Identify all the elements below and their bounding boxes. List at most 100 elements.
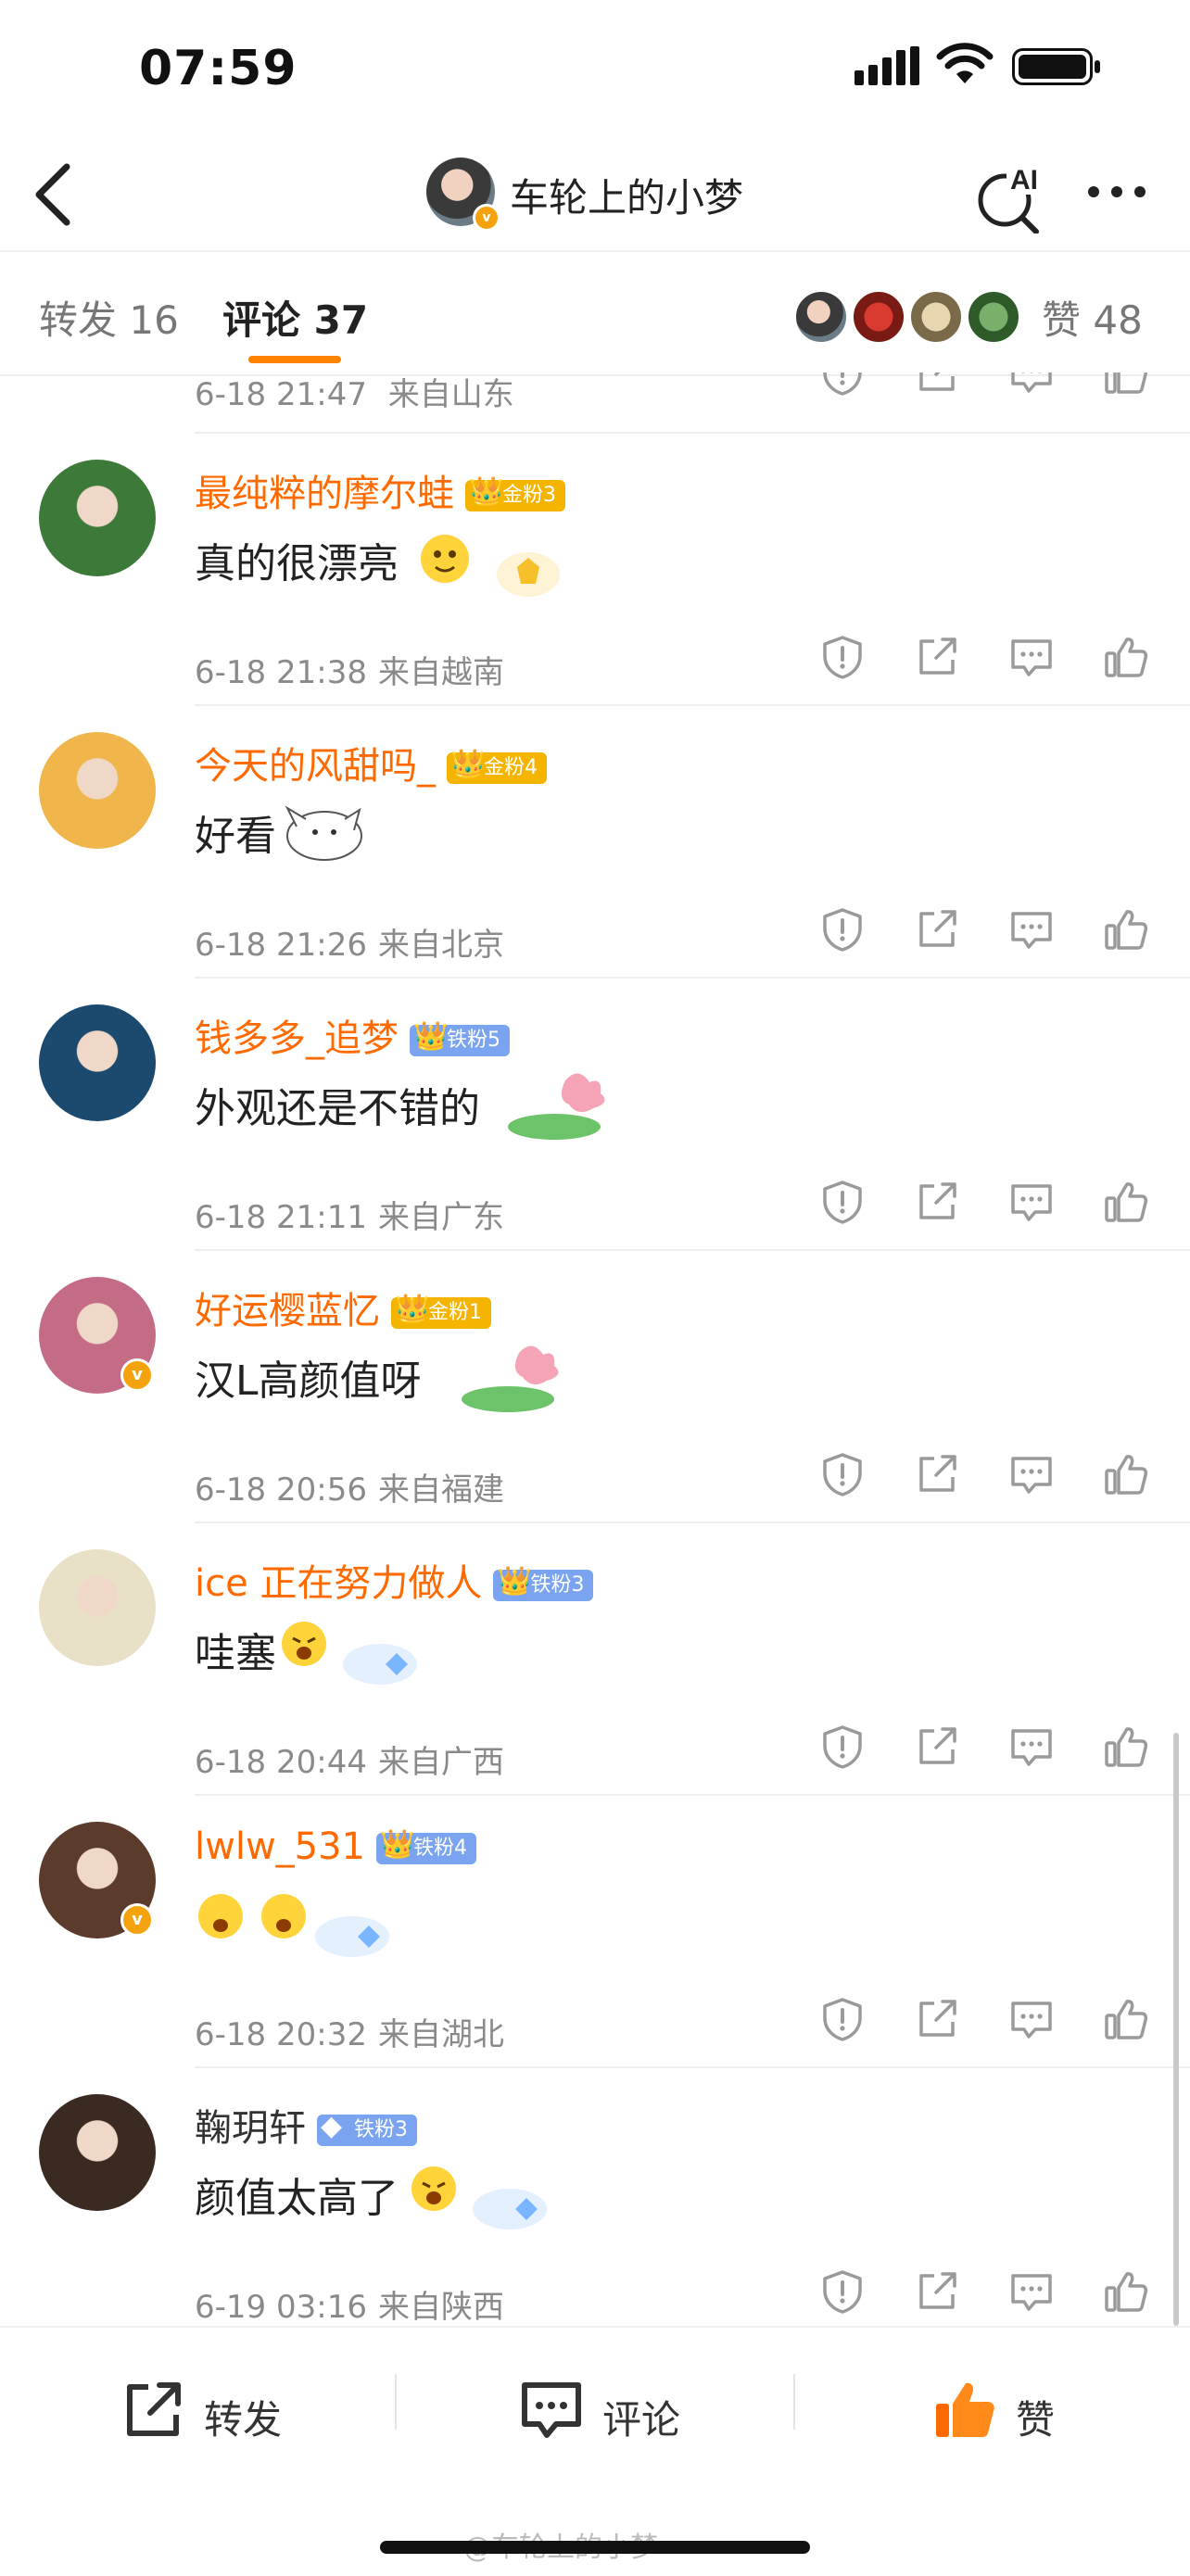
liker-avatars[interactable] bbox=[793, 289, 1025, 345]
share-icon[interactable] bbox=[914, 634, 960, 680]
commenter-avatar[interactable] bbox=[39, 1004, 156, 1121]
comment-actions bbox=[819, 373, 1153, 406]
commenter-name[interactable]: ice 正在努力做人 👑 铁粉3 bbox=[195, 1553, 594, 1607]
commenter-name-text: 钱多多_追梦 bbox=[195, 1017, 399, 1060]
fan-badge[interactable]: 👑 金粉1 bbox=[391, 1294, 491, 1329]
forward-icon bbox=[127, 2382, 181, 2436]
comment-meta: 6-18 21:47 来自山东 bbox=[195, 373, 514, 414]
share-icon[interactable] bbox=[914, 373, 960, 397]
commenter-name[interactable]: 好运樱蓝忆 👑 金粉1 bbox=[195, 1281, 491, 1334]
home-indicator[interactable] bbox=[380, 2541, 810, 2554]
author-avatar[interactable]: v bbox=[426, 158, 500, 232]
like-icon[interactable] bbox=[1103, 1724, 1149, 1770]
more-icon[interactable] bbox=[1084, 178, 1149, 206]
commenter-avatar[interactable] bbox=[39, 1549, 156, 1666]
tab-bar: 转发 16 评论 37 赞 48 bbox=[0, 250, 1190, 376]
report-icon[interactable] bbox=[819, 1179, 866, 1225]
commenter-name[interactable]: 最纯粹的摩尔蛙 👑 金粉3 bbox=[195, 463, 565, 517]
report-icon[interactable] bbox=[819, 634, 866, 680]
like-label: 赞 bbox=[1016, 2397, 1056, 2443]
commenter-avatar[interactable] bbox=[39, 460, 156, 576]
report-icon[interactable] bbox=[819, 906, 866, 953]
reply-icon[interactable] bbox=[1008, 373, 1055, 397]
like-icon[interactable] bbox=[1103, 1179, 1149, 1225]
reply-icon[interactable] bbox=[1008, 1451, 1055, 1497]
fan-badge[interactable]: ◆ 铁粉3 bbox=[317, 2111, 417, 2146]
row-divider bbox=[195, 1522, 1190, 1523]
verified-icon: v bbox=[120, 1903, 154, 1937]
fan-badge[interactable]: 👑 铁粉5 bbox=[410, 1021, 510, 1056]
like-icon[interactable] bbox=[1103, 373, 1149, 397]
share-icon[interactable] bbox=[914, 1996, 960, 2042]
back-icon[interactable] bbox=[26, 159, 85, 230]
like-icon[interactable] bbox=[1103, 2268, 1149, 2315]
reply-icon[interactable] bbox=[1008, 634, 1055, 680]
share-icon[interactable] bbox=[914, 1724, 960, 1770]
verified-icon: v bbox=[120, 1358, 154, 1392]
row-divider bbox=[195, 977, 1190, 979]
share-icon[interactable] bbox=[914, 906, 960, 953]
fan-badge-label: 金粉3 bbox=[502, 484, 556, 507]
comment-actions bbox=[819, 1179, 1153, 1234]
report-icon[interactable] bbox=[819, 2268, 866, 2315]
commenter-name[interactable]: lwlw_531 👑 铁粉4 bbox=[195, 1825, 477, 1868]
commenter-avatar[interactable]: v bbox=[39, 1277, 156, 1394]
author-name[interactable]: 车轮上的小梦 bbox=[510, 167, 743, 223]
share-icon[interactable] bbox=[914, 2268, 960, 2315]
liker-avatar bbox=[966, 289, 1021, 345]
report-icon[interactable] bbox=[819, 1451, 866, 1497]
comment-time: 6-18 20:44 bbox=[195, 1744, 367, 1781]
reply-icon[interactable] bbox=[1008, 1179, 1055, 1225]
reply-icon[interactable] bbox=[1008, 2268, 1055, 2315]
scrollbar[interactable] bbox=[1173, 1733, 1179, 2326]
comment-row: 钱多多_追梦 👑 铁粉5 外观还是不错的 6-18 21:11 来自广东 bbox=[0, 977, 1190, 1249]
forward-button[interactable]: 转发 bbox=[120, 2378, 306, 2448]
fan-badge-label: 铁粉3 bbox=[530, 1573, 585, 1597]
fan-badge[interactable]: 👑 铁粉3 bbox=[493, 1566, 594, 1601]
share-icon[interactable] bbox=[914, 1179, 960, 1225]
commenter-name-text: 最纯粹的摩尔蛙 bbox=[195, 473, 454, 515]
comment-button[interactable]: 评论 bbox=[519, 2378, 704, 2448]
like-icon[interactable] bbox=[1103, 634, 1149, 680]
like-button[interactable]: 赞 bbox=[932, 2378, 1081, 2448]
report-icon[interactable] bbox=[819, 373, 866, 397]
like-icon[interactable] bbox=[1103, 906, 1149, 953]
comment-time: 6-18 21:11 bbox=[195, 1199, 367, 1236]
tab-likes[interactable]: 赞 48 bbox=[1042, 289, 1143, 346]
commenter-avatar[interactable] bbox=[39, 732, 156, 849]
row-divider bbox=[195, 1794, 1190, 1796]
comment-meta-partial: 6-18 21:47 来自山东 bbox=[195, 373, 1190, 432]
tab-forward[interactable]: 转发 16 bbox=[39, 289, 179, 346]
tab-comment[interactable]: 评论 37 bbox=[222, 289, 368, 346]
fan-badge[interactable]: 👑 金粉4 bbox=[447, 749, 547, 784]
commenter-name-text: lwlw_531 bbox=[195, 1825, 366, 1868]
ai-search-button[interactable]: AI bbox=[975, 159, 1049, 234]
like-icon[interactable] bbox=[1103, 1451, 1149, 1497]
fan-badge[interactable]: 👑 金粉3 bbox=[465, 476, 565, 511]
fan-badge-label: 铁粉5 bbox=[447, 1029, 500, 1052]
crown-icon: ◆ bbox=[321, 2110, 343, 2142]
ai-label: AI bbox=[1010, 165, 1038, 196]
crown-icon: 👑 bbox=[469, 475, 504, 508]
report-icon[interactable] bbox=[819, 1724, 866, 1770]
verified-icon: v bbox=[473, 204, 500, 232]
commenter-avatar[interactable] bbox=[39, 2094, 156, 2211]
comment-sticker bbox=[500, 1062, 612, 1145]
commenter-avatar[interactable]: v bbox=[39, 1822, 156, 1938]
comment-time: 6-18 20:56 bbox=[195, 1471, 367, 1509]
reply-icon[interactable] bbox=[1008, 1996, 1055, 2042]
report-icon[interactable] bbox=[819, 1996, 866, 2042]
fan-badge[interactable]: 👑 铁粉4 bbox=[376, 1829, 477, 1864]
reply-icon[interactable] bbox=[1008, 906, 1055, 953]
commenter-name[interactable]: 鞠玥轩 ◆ 铁粉3 bbox=[195, 2098, 417, 2152]
comment-location: 来自福建 bbox=[377, 1471, 504, 1509]
comment-row: 今天的风甜吗_ 👑 金粉4 好看 6-18 21:26 来自北京 bbox=[0, 704, 1190, 977]
commenter-name[interactable]: 钱多多_追梦 👑 铁粉5 bbox=[195, 1008, 510, 1062]
reply-icon[interactable] bbox=[1008, 1724, 1055, 1770]
like-icon[interactable] bbox=[1103, 1996, 1149, 2042]
comment-text: 外观还是不错的 bbox=[195, 1085, 480, 1132]
commenter-name[interactable]: 今天的风甜吗_ 👑 金粉4 bbox=[195, 736, 547, 789]
comment-row: v lwlw_531 👑 铁粉4 6-18 20:32 来自湖北 bbox=[0, 1794, 1190, 2066]
comment-sticker bbox=[278, 1607, 417, 1690]
share-icon[interactable] bbox=[914, 1451, 960, 1497]
